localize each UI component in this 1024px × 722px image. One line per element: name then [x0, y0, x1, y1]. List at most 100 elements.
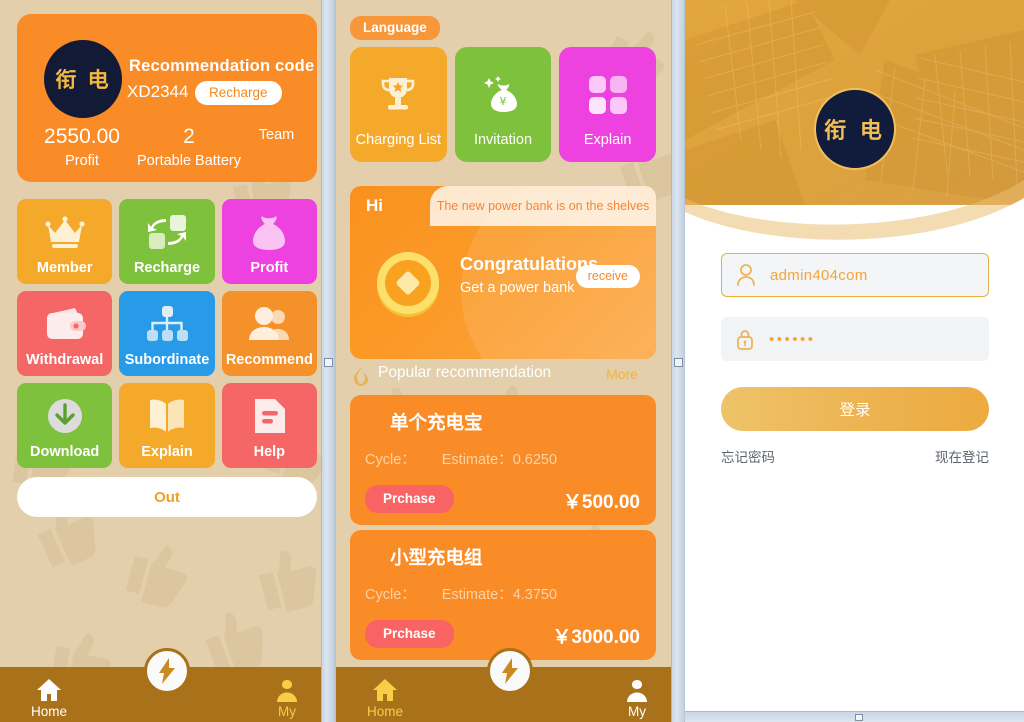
scrollbar-thumb[interactable] [854, 714, 863, 721]
lightning-bolt-icon [502, 658, 518, 684]
username-value[interactable]: admin404com [770, 267, 868, 284]
logout-button[interactable]: Out [17, 477, 317, 517]
tile-member[interactable]: Member [17, 199, 113, 284]
lock-icon [721, 328, 769, 350]
users-icon [222, 301, 317, 347]
tile-withdrawal[interactable]: Withdrawal [17, 291, 113, 376]
user-icon [594, 674, 680, 702]
language-button[interactable]: Language [350, 16, 440, 40]
tile-subordinate[interactable]: Subordinate [119, 291, 215, 376]
tile-profit[interactable]: Profit [221, 199, 317, 284]
tab-my[interactable]: My [244, 674, 330, 719]
login-form: admin404com •••••• 登录 忘记密码 现在登记 [685, 205, 1024, 722]
username-field[interactable]: admin404com [721, 253, 989, 297]
purchase-button[interactable]: Prchase [365, 485, 454, 513]
recommendation-code-label: Recommendation code [129, 57, 315, 75]
four-squares-icon [559, 69, 656, 121]
tile-download[interactable]: Download [17, 383, 113, 468]
forgot-password-link[interactable]: 忘记密码 [721, 446, 775, 466]
stat-profit-value: 2550.00 [44, 125, 120, 148]
book-icon [119, 393, 214, 439]
crown-icon [17, 209, 112, 255]
stat-team: Team [239, 124, 314, 146]
tile-help[interactable]: Help [221, 383, 317, 468]
stat-profit: 2550.00 Profit [27, 124, 137, 172]
home-quick-actions: Charging List ¥ Invitation Explain [350, 47, 656, 162]
brand-logo-text: 衔 电 [55, 68, 111, 92]
money-bag-icon [222, 209, 317, 255]
stat-team-label: Team [258, 127, 295, 143]
tile-label: Withdrawal [26, 352, 104, 368]
vertical-scrollbar[interactable] [671, 0, 684, 722]
tab-label: My [628, 704, 646, 719]
tile-label: Subordinate [124, 352, 210, 368]
browser-viewport: 衔 电 Recommendation code XD2344 Recharge … [0, 0, 1024, 722]
stat-battery-value: 2 [183, 125, 195, 148]
download-icon [17, 393, 112, 439]
login-submit-button[interactable]: 登录 [721, 387, 989, 431]
tile-explain[interactable]: Explain [119, 383, 215, 468]
charge-fab-button[interactable] [487, 648, 533, 694]
tile-label: Download [30, 444, 100, 460]
home-icon [342, 674, 428, 702]
product-card[interactable]: 单个充电宝 Cycle： Estimate：0.6250 Prchase ￥500… [350, 395, 656, 525]
tile-label: Help [253, 444, 286, 460]
phone-panel-home: Language Charging List ¥ Invitation Expl… [335, 0, 685, 722]
tile-label: Member [36, 260, 93, 276]
charge-fab-button[interactable] [144, 648, 190, 694]
register-link[interactable]: 现在登记 [935, 446, 989, 466]
stat-profit-label: Profit [65, 153, 99, 169]
product-estimate-label: Estimate： [441, 587, 513, 603]
fire-icon [352, 366, 370, 391]
product-price: ￥500.00 [562, 492, 640, 513]
vertical-scrollbar[interactable] [321, 0, 334, 722]
profile-card: 衔 电 Recommendation code XD2344 Recharge … [17, 14, 317, 182]
user-icon [244, 674, 330, 702]
product-estimate-label: Estimate： [441, 452, 513, 468]
popular-more-link[interactable]: More [606, 366, 638, 382]
tile-recommend[interactable]: Recommend [221, 291, 317, 376]
tile-explain[interactable]: Explain [559, 47, 656, 162]
recharge-button[interactable]: Recharge [195, 81, 282, 105]
tile-label: Profit [250, 260, 289, 276]
tile-charging-list[interactable]: Charging List [350, 47, 447, 162]
password-value[interactable]: •••••• [769, 331, 816, 348]
product-name: 小型充电组 [390, 548, 483, 569]
product-estimate-value: 4.3750 [512, 587, 558, 603]
hierarchy-icon [119, 301, 214, 347]
tile-invitation[interactable]: ¥ Invitation [454, 47, 552, 162]
tab-home[interactable]: Home [342, 674, 428, 719]
tile-recharge[interactable]: Recharge [119, 199, 215, 284]
person-icon [722, 264, 770, 286]
tile-label: Recommend [225, 352, 313, 368]
tab-home[interactable]: Home [6, 674, 92, 719]
horizontal-scrollbar[interactable] [685, 711, 1024, 722]
product-card[interactable]: 小型充电组 Cycle： Estimate：4.3750 Prchase ￥300… [350, 530, 656, 660]
tile-label: Explain [583, 132, 632, 148]
menu-tile-grid: Member Recharge Profit Withdrawal Subord… [17, 199, 317, 468]
popular-section-title: Popular recommendation [378, 364, 552, 381]
tab-label: Home [366, 704, 403, 719]
tile-label: Charging List [355, 132, 442, 148]
scrollbar-thumb[interactable] [674, 358, 683, 367]
promo-notice-text: The new power bank is on the shelves [430, 186, 656, 226]
lightning-bolt-icon [159, 658, 175, 684]
product-cycle-label: Cycle： [365, 452, 416, 468]
purchase-button[interactable]: Prchase [365, 620, 454, 648]
scrollbar-thumb[interactable] [324, 358, 333, 367]
tab-label: Home [30, 704, 67, 719]
product-meta: Cycle： Estimate：0.6250 [365, 448, 557, 469]
tab-my[interactable]: My [594, 674, 680, 719]
recommendation-code-value: XD2344 [127, 82, 189, 101]
promo-banner: The new power bank is on the shelves Hi … [350, 186, 656, 359]
bottom-tab-bar: Home My [336, 648, 684, 722]
trophy-icon [350, 69, 447, 121]
wallet-icon [17, 301, 112, 347]
phone-panel-login: 衔 电 admin404com •••••• 登录 忘记密码 现在登记 [685, 0, 1024, 722]
promo-receive-button[interactable]: receive [575, 265, 640, 288]
password-field[interactable]: •••••• [721, 317, 989, 361]
stat-portable-battery: 2 Portable Battery [129, 124, 249, 172]
tile-label: Recharge [133, 260, 201, 276]
product-estimate-value: 0.6250 [512, 452, 558, 468]
stat-battery-label: Portable Battery [137, 153, 241, 169]
